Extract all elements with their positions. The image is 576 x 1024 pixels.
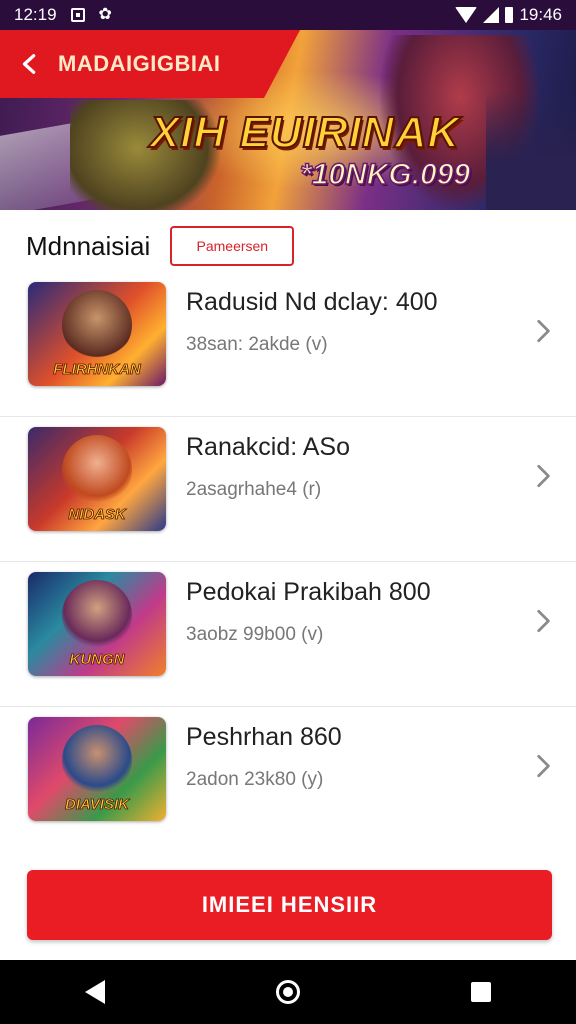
status-clock: 19:46 xyxy=(519,5,562,24)
system-nav-bar xyxy=(0,960,576,1024)
banner-city-art xyxy=(486,90,576,210)
cta-container: IMIEEI HENSIIR xyxy=(0,850,576,960)
list-item[interactable]: DIAVISIK Peshrhan 860 2adon 23k80 (y) xyxy=(0,707,576,852)
back-arrow-icon xyxy=(22,54,36,74)
item-subtitle: 2adon 23k80 (y) xyxy=(186,769,324,790)
game-thumbnail: NIDASK xyxy=(28,427,166,531)
battery-icon xyxy=(505,7,514,23)
back-icon[interactable] xyxy=(85,980,106,1004)
back-button[interactable] xyxy=(12,46,48,82)
settings-icon: ✿ xyxy=(98,6,112,23)
banner-subtitle: *10NKG.099 xyxy=(299,157,471,192)
notification-icon xyxy=(70,8,85,22)
game-list: FLIRHNKAN Radusid Nd dclay: 400 38san: 2… xyxy=(0,272,576,852)
thumbnail-character xyxy=(62,290,132,360)
chevron-right-icon xyxy=(537,609,550,633)
item-subtitle: 38san: 2akde (v) xyxy=(186,334,328,355)
thumbnail-character xyxy=(62,435,132,505)
section-header: Mdnnaisiai Pameersen xyxy=(26,220,556,272)
item-subtitle: 2asagrhahe4 (r) xyxy=(186,479,322,500)
thumbnail-character xyxy=(62,725,132,795)
item-title: Pedokai Prakibah 800 xyxy=(186,578,431,606)
game-thumbnail: DIAVISIK xyxy=(28,717,166,821)
item-title: Peshrhan 860 xyxy=(186,723,342,751)
thumbnail-logo: DIAVISIK xyxy=(65,796,130,814)
header-title: MADAIGIGBIAI xyxy=(58,51,221,76)
section-title: Mdnnaisiai xyxy=(26,230,151,261)
game-thumbnail: FLIRHNKAN xyxy=(28,282,166,386)
chevron-right-icon xyxy=(537,319,550,343)
primary-action-button[interactable]: IMIEEI HENSIIR xyxy=(27,870,552,940)
banner-title: XIH EUIRINAK xyxy=(149,107,461,158)
game-thumbnail: KUNGN xyxy=(28,572,166,676)
chevron-right-icon xyxy=(537,464,550,488)
chevron-right-icon xyxy=(537,754,550,778)
thumbnail-logo: NIDASK xyxy=(68,506,126,524)
header-ribbon: MADAIGIGBIAI xyxy=(0,30,300,98)
item-title: Radusid Nd dclay: 400 xyxy=(186,288,438,316)
status-bar: 12:19 ✿ 19:46 xyxy=(0,0,576,30)
thumbnail-character xyxy=(62,580,132,650)
recent-apps-icon[interactable] xyxy=(470,982,491,1002)
status-time: 12:19 xyxy=(14,5,57,24)
signal-icon xyxy=(483,7,500,23)
list-item[interactable]: KUNGN Pedokai Prakibah 800 3aobz 99b00 (… xyxy=(0,562,576,707)
list-item[interactable]: FLIRHNKAN Radusid Nd dclay: 400 38san: 2… xyxy=(0,272,576,417)
home-icon[interactable] xyxy=(275,980,300,1004)
item-subtitle: 3aobz 99b00 (v) xyxy=(186,624,324,645)
promo-banner[interactable]: MADAIGIGBIAI XIH EUIRINAK *10NKG.099 xyxy=(0,30,576,210)
thumbnail-logo: FLIRHNKAN xyxy=(53,361,141,379)
wifi-icon xyxy=(455,7,478,23)
list-item[interactable]: NIDASK Ranakcid: ASo 2asagrhahe4 (r) xyxy=(0,417,576,562)
filter-button[interactable]: Pameersen xyxy=(170,226,295,266)
item-title: Ranakcid: ASo xyxy=(186,433,350,461)
thumbnail-logo: KUNGN xyxy=(69,651,125,669)
